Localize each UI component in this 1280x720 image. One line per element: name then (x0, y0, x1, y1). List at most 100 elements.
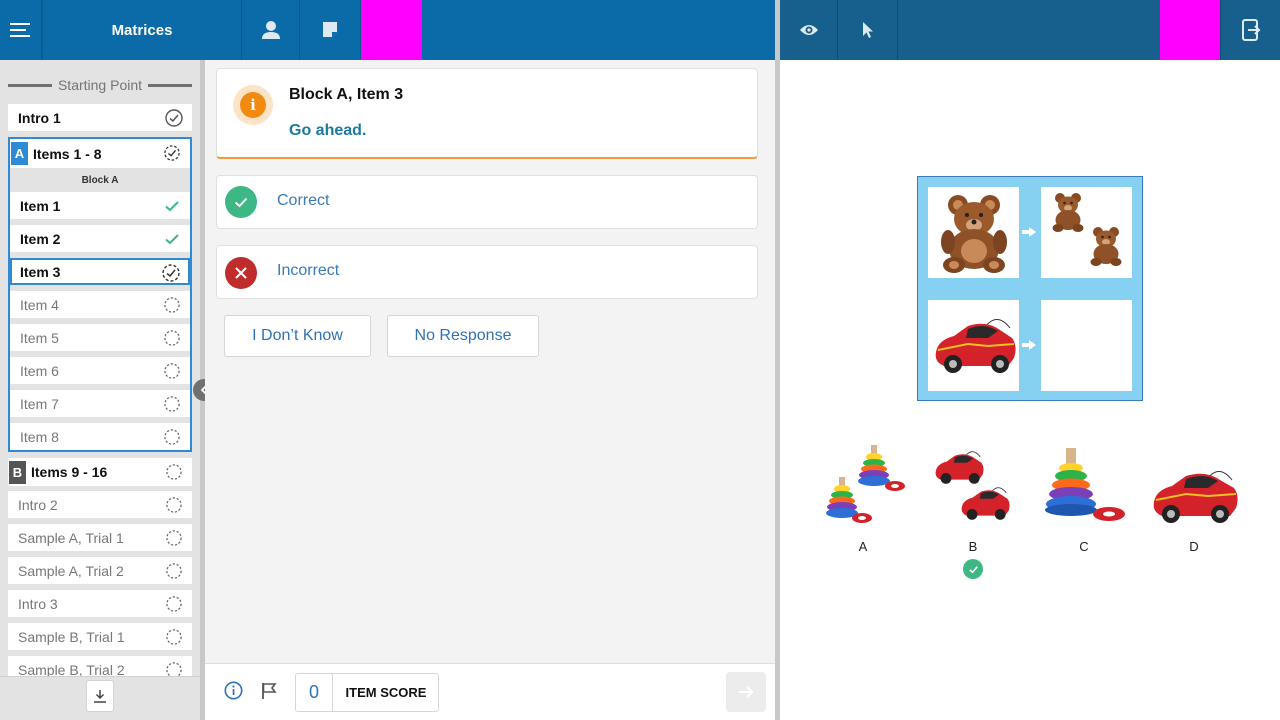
sidebar-item-2[interactable]: Item 2 (10, 225, 190, 252)
sidebar-item-8[interactable]: Item 8 (10, 423, 190, 450)
sidebar-item-4[interactable]: Item 4 (10, 291, 190, 318)
notes-button[interactable] (300, 0, 361, 60)
correct-icon (225, 186, 257, 218)
block-title: Items 1 - 8 (33, 145, 102, 162)
download-icon (94, 690, 106, 703)
info-outline-icon[interactable] (224, 681, 243, 700)
choice-b-image[interactable] (929, 440, 1017, 526)
pending-icon (166, 563, 182, 579)
sidebar-item-intro-1[interactable]: Intro 1 (8, 104, 192, 131)
sidebar-item-label: Item 8 (20, 428, 59, 445)
app: Matrices Starting Point Intro 1 A Items … (0, 0, 1280, 720)
sidebar-item-sample-a-1[interactable]: Sample A, Trial 1 (8, 524, 192, 551)
preview-button[interactable] (780, 0, 838, 60)
item-score-label: ITEM SCORE (345, 685, 427, 700)
matrix-cell-answer-empty (1041, 300, 1132, 391)
pending-icon (166, 629, 182, 645)
block-b-header[interactable]: B Items 9 - 16 (8, 458, 192, 486)
sidebar-item-label: Item 7 (20, 395, 59, 412)
check-icon (165, 234, 179, 245)
choice-a-label: A (858, 539, 868, 554)
sidebar-item-5[interactable]: Item 5 (10, 324, 190, 351)
block-a-header[interactable]: A Items 1 - 8 (10, 139, 190, 168)
person-icon (261, 21, 280, 39)
pending-icon (166, 497, 182, 513)
pending-icon (164, 330, 180, 346)
block-badge: A (11, 142, 28, 165)
sidebar-item-label: Sample A, Trial 1 (18, 529, 124, 546)
sidebar-item-1[interactable]: Item 1 (10, 192, 190, 219)
sidebar-item-label: Sample B, Trial 2 (18, 662, 125, 676)
pending-icon (164, 363, 180, 379)
menu-button[interactable] (0, 0, 42, 60)
divider-line (148, 83, 192, 87)
sidebar-item-sample-b-2[interactable]: Sample B, Trial 2 (8, 656, 192, 676)
block-title: Items 9 - 16 (31, 464, 108, 480)
examiner-header: Matrices (0, 0, 775, 60)
cursor-icon (862, 22, 873, 38)
pending-icon (164, 396, 180, 412)
incorrect-icon (225, 257, 257, 289)
pending-icon (166, 596, 182, 612)
starting-point-heading: Starting Point (8, 77, 192, 93)
block-label: Block A (81, 175, 119, 186)
matrix-cell-1 (928, 187, 1019, 278)
sidebar-item-label: Intro 1 (18, 109, 61, 126)
download-button[interactable] (86, 680, 114, 712)
sidebar-item-label: Intro 3 (18, 595, 58, 612)
pending-icon (166, 464, 182, 480)
status-marker-left (361, 0, 422, 60)
menu-icon (9, 23, 30, 37)
choice-d-image[interactable] (1150, 456, 1242, 528)
pending-icon (164, 429, 180, 445)
arrow-right-icon (739, 686, 754, 698)
eye-icon (799, 25, 818, 35)
sidebar-item-7[interactable]: Item 7 (10, 390, 190, 417)
sidebar-item-intro-2[interactable]: Intro 2 (8, 491, 192, 518)
sidebar-item-intro-3[interactable]: Intro 3 (8, 590, 192, 617)
item-prompt-card (216, 68, 758, 159)
sidebar-item-sample-b-1[interactable]: Sample B, Trial 1 (8, 623, 192, 650)
no-response-button[interactable]: No Response (387, 315, 539, 357)
flag-icon[interactable] (261, 682, 277, 700)
incorrect-label: Incorrect (277, 262, 340, 279)
sidebar-item-sample-a-2[interactable]: Sample A, Trial 2 (8, 557, 192, 584)
sidebar-item-6[interactable]: Item 6 (10, 357, 190, 384)
choice-a-image[interactable] (818, 441, 908, 527)
pointer-button[interactable] (838, 0, 898, 60)
starting-point-label: Starting Point (57, 77, 143, 93)
examinee-header (780, 0, 1280, 60)
correct-label: Correct (277, 192, 330, 209)
pane-divider[interactable] (775, 0, 780, 720)
matrix-cell-3 (928, 300, 1019, 391)
sidebar-item-label: Sample B, Trial 1 (18, 628, 125, 645)
pending-icon (166, 662, 182, 676)
footer-bar (205, 663, 775, 720)
exit-button[interactable] (1220, 0, 1280, 60)
block-badge: B (9, 460, 26, 484)
info-badge: i (233, 85, 273, 125)
in-progress-icon (162, 264, 180, 282)
exit-icon (1241, 19, 1260, 41)
arrow-right-icon (1022, 227, 1036, 237)
check-icon (165, 201, 179, 212)
selected-check-icon (963, 559, 983, 579)
arrow-right-icon (1022, 340, 1036, 350)
choice-c-label: C (1079, 539, 1089, 554)
dont-know-button[interactable]: I Don’t Know (224, 315, 371, 357)
choice-b-label: B (968, 539, 978, 554)
item-score-value[interactable]: 0 (296, 674, 333, 711)
two-teddy-bears-image (1052, 193, 1122, 266)
sidebar-item-label: Item 3 (20, 263, 61, 280)
sidebar-item-label: Item 4 (20, 296, 59, 313)
teddy-bear-image (941, 195, 1007, 273)
subtest-title: Matrices (42, 0, 242, 60)
sidebar-item-3[interactable]: Item 3 (10, 258, 190, 285)
red-car-image (935, 319, 1016, 373)
note-icon (323, 22, 337, 37)
choice-c-image[interactable] (1040, 446, 1128, 528)
sidebar-item-label: Item 2 (20, 230, 61, 247)
examinee-button[interactable] (242, 0, 300, 60)
next-button[interactable] (726, 672, 766, 712)
matrix-stimulus (917, 176, 1143, 401)
